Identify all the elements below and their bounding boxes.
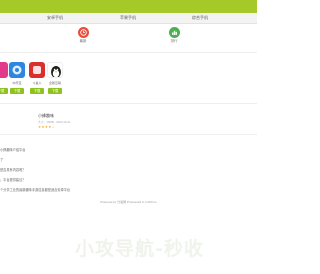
text-line: ；平台提供建议？ bbox=[0, 178, 26, 182]
rating-stars: ★★★★☆ bbox=[38, 125, 56, 129]
download-button[interactable]: 下载 bbox=[48, 88, 62, 94]
app-name: 企鹅互联 bbox=[48, 81, 61, 85]
penguin-icon[interactable] bbox=[47, 62, 63, 78]
footer-powered-by: Powered by 分发网 Processed in 1.007ms bbox=[100, 200, 157, 204]
ranking-icon bbox=[168, 27, 180, 38]
info-title: 小蜂趣味 bbox=[38, 113, 54, 118]
watermark: 小攻导航-秒收 bbox=[75, 238, 204, 260]
text-line: 个分享工业的最新趣味手游信息都是适合安卓平台 bbox=[0, 188, 71, 192]
text-line: 小蜂趣味介绍平台 bbox=[0, 148, 26, 152]
divider bbox=[0, 52, 257, 53]
clock-icon bbox=[77, 27, 89, 38]
download-button[interactable]: 下载 bbox=[10, 88, 24, 94]
divider bbox=[0, 134, 257, 135]
nav-link-android[interactable]: 安卓手机 bbox=[47, 15, 63, 21]
text-line: 了 bbox=[0, 158, 4, 162]
app-icon[interactable] bbox=[9, 62, 25, 78]
nav-link-iphone[interactable]: 苹果手机 bbox=[120, 15, 136, 21]
nav-link-general[interactable]: 综合手机 bbox=[192, 15, 208, 21]
app-icon[interactable] bbox=[29, 62, 45, 78]
category-ranking[interactable]: 排行 bbox=[154, 27, 194, 44]
download-button[interactable]: 下载 bbox=[0, 88, 8, 94]
divider bbox=[0, 103, 257, 104]
app-icon-partial[interactable] bbox=[0, 62, 8, 78]
app-name: 斗鱼人 bbox=[32, 81, 42, 85]
category-label: 排行 bbox=[170, 39, 178, 43]
download-button[interactable]: 下载 bbox=[30, 88, 44, 94]
text-line: 是否具有内容呢？ bbox=[0, 168, 26, 172]
info-meta: 大小：19MB · 2020-10-21 bbox=[38, 120, 71, 124]
app-name: 中乐宝 bbox=[12, 81, 22, 85]
nav-bar: 安卓手机 苹果手机 综合手机 bbox=[0, 13, 257, 24]
top-header-bar bbox=[0, 0, 257, 13]
category-latest[interactable]: 最新 bbox=[63, 27, 103, 44]
category-label: 最新 bbox=[79, 39, 87, 43]
